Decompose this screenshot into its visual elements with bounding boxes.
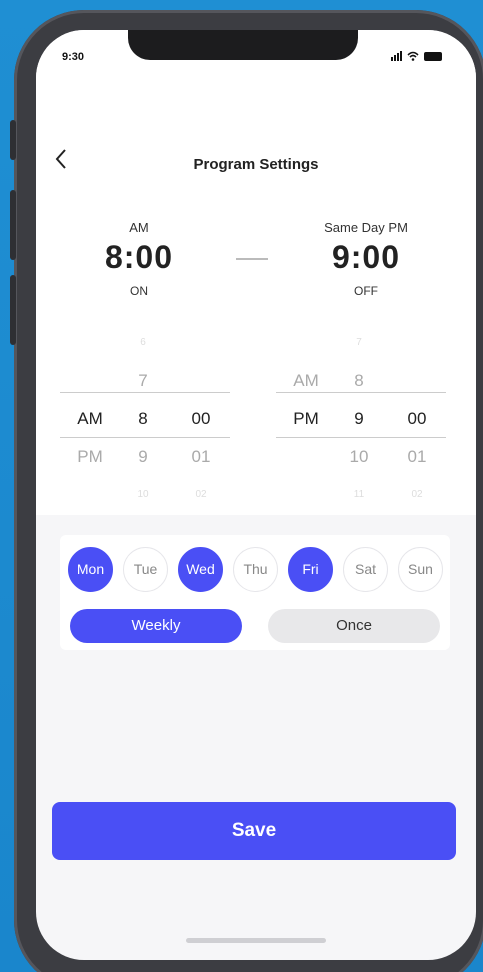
picker-selected[interactable]: 00 <box>181 400 221 438</box>
wifi-icon <box>407 51 419 61</box>
picker-option[interactable]: 01 <box>397 438 437 476</box>
picker-option[interactable]: 8 <box>339 362 379 400</box>
picker-option[interactable]: 6 <box>123 324 163 362</box>
picker-selected[interactable]: PM <box>286 400 326 438</box>
minute-column[interactable]: 00 01 02 <box>181 324 221 514</box>
day-fri[interactable]: Fri <box>288 547 333 592</box>
period-column[interactable]: AM PM <box>286 324 326 514</box>
home-indicator <box>186 938 326 943</box>
start-state: ON <box>130 284 148 298</box>
period-column[interactable]: AM PM <box>70 324 110 514</box>
picker-selected[interactable]: AM <box>70 400 110 438</box>
picker-option[interactable] <box>397 324 437 362</box>
range-separator <box>236 258 268 260</box>
hour-column[interactable]: 6 7 8 9 10 <box>123 324 163 514</box>
end-state: OFF <box>354 284 378 298</box>
picker-option[interactable] <box>286 476 326 514</box>
picker-option[interactable] <box>286 324 326 362</box>
status-time: 9:30 <box>62 51 85 63</box>
picker-option[interactable] <box>70 476 110 514</box>
phone-screen: 9:30 Program Settings AM 8:00 ON Same Da… <box>36 30 476 960</box>
schedule-panel: Mon Tue Wed Thu Fri Sat Sun Weekly Once <box>60 535 450 650</box>
picker-option[interactable] <box>70 362 110 400</box>
page-title: Program Settings <box>193 156 319 173</box>
status-bar: 9:30 <box>36 48 476 68</box>
day-wed[interactable]: Wed <box>178 547 223 592</box>
start-time: 8:00 <box>104 239 174 275</box>
picker-option[interactable]: 11 <box>339 476 379 514</box>
picker-option[interactable]: AM <box>286 362 326 400</box>
weekly-button[interactable]: Weekly <box>70 609 242 643</box>
start-time-picker[interactable]: AM PM 6 7 8 9 10 00 01 02 <box>36 330 256 500</box>
battery-icon <box>424 52 442 61</box>
picker-option[interactable]: 9 <box>123 438 163 476</box>
end-time-summary[interactable]: Same Day PM 9:00 OFF <box>306 220 426 298</box>
end-time-picker[interactable]: AM PM 7 8 9 10 11 00 01 02 <box>256 330 476 500</box>
status-icons <box>391 50 442 61</box>
picker-option[interactable]: 7 <box>123 362 163 400</box>
picker-option[interactable]: 02 <box>397 476 437 514</box>
end-period: Same Day PM <box>324 220 408 235</box>
day-sun[interactable]: Sun <box>398 547 443 592</box>
picker-option[interactable]: 10 <box>339 438 379 476</box>
signal-icon <box>391 50 402 61</box>
picker-option[interactable]: 10 <box>123 476 163 514</box>
picker-option[interactable]: 01 <box>181 438 221 476</box>
day-sat[interactable]: Sat <box>343 547 388 592</box>
volume-up-button <box>10 190 16 260</box>
picker-option[interactable] <box>286 438 326 476</box>
picker-option[interactable]: PM <box>70 438 110 476</box>
save-button[interactable]: Save <box>52 802 456 860</box>
picker-selected[interactable]: 00 <box>397 400 437 438</box>
end-time: 9:00 <box>331 239 401 275</box>
day-tue[interactable]: Tue <box>123 547 168 592</box>
once-button[interactable]: Once <box>268 609 440 643</box>
volume-down-button <box>10 275 16 345</box>
picker-selected[interactable]: 9 <box>339 400 379 438</box>
mute-switch <box>10 120 16 160</box>
start-period: AM <box>129 220 149 235</box>
hour-column[interactable]: 7 8 9 10 11 <box>339 324 379 514</box>
minute-column[interactable]: 00 01 02 <box>397 324 437 514</box>
start-time-summary[interactable]: AM 8:00 ON <box>94 220 184 298</box>
picker-option[interactable]: 02 <box>181 476 221 514</box>
picker-option[interactable] <box>181 362 221 400</box>
picker-option[interactable]: 7 <box>339 324 379 362</box>
picker-option[interactable] <box>70 324 110 362</box>
picker-option[interactable] <box>181 324 221 362</box>
day-mon[interactable]: Mon <box>68 547 113 592</box>
picker-selected[interactable]: 8 <box>123 400 163 438</box>
day-thu[interactable]: Thu <box>233 547 278 592</box>
picker-option[interactable] <box>397 362 437 400</box>
